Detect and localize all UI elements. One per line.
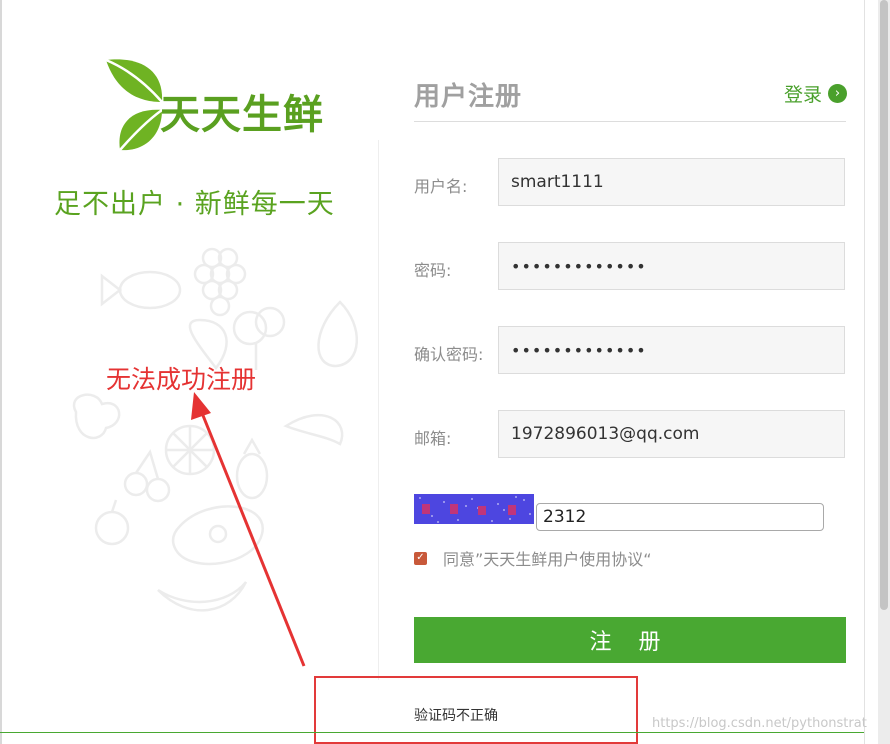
login-link[interactable]: 登录 › [784, 80, 848, 107]
footer-line [0, 732, 864, 733]
confirm-password-label: 确认密码: [414, 345, 484, 364]
shrimp-icon [283, 414, 344, 446]
captcha-image[interactable] [414, 494, 534, 524]
steak-icon [171, 505, 264, 566]
username-input[interactable]: smart1111 [498, 158, 845, 206]
cherries-icon [123, 449, 171, 503]
window-left-border [0, 0, 2, 744]
captcha-error-message: 验证码不正确 [414, 708, 498, 724]
citrus-slice-icon [164, 424, 216, 476]
chevron-right-circle-icon: › [828, 84, 848, 103]
content-right-border [864, 0, 865, 744]
username-label: 用户名: [414, 177, 468, 196]
watermark-text: https://blog.csdn.net/pythonstrat [652, 716, 867, 731]
email-input[interactable]: 1972896013@qq.com [498, 410, 845, 458]
apple-icon [94, 499, 130, 546]
checkbox-checked-icon[interactable]: ✓ [414, 551, 427, 565]
brand-slogan: 足不出户 · 新鲜每一天 [54, 189, 335, 220]
captcha-input[interactable]: 2312 [536, 503, 824, 531]
register-button[interactable]: 注 册 [414, 617, 846, 663]
email-label: 邮箱: [414, 429, 452, 448]
captcha-noise-graphic [419, 496, 531, 523]
vegetable-background-illustration [72, 247, 358, 612]
logo-text: 天天生鲜 [160, 92, 324, 138]
confirm-password-input[interactable]: ••••••••••••• [498, 326, 845, 374]
annotation-note: 无法成功注册 [106, 365, 257, 394]
password-input[interactable]: ••••••••••••• [498, 242, 845, 290]
eggplant-icon [317, 300, 358, 368]
form-title: 用户注册 [414, 82, 523, 112]
password-label: 密码: [414, 261, 452, 280]
pineapple-icon [235, 437, 269, 500]
agreement-row: ✓ 同意”天天生鲜用户使用协议“ [414, 546, 652, 570]
agreement-text: 同意”天天生鲜用户使用协议“ [443, 550, 652, 569]
brand-logo: 天天生鲜 [100, 56, 340, 156]
cabbage-icon [72, 393, 121, 440]
grapes-icon [193, 247, 247, 317]
fish-icon [100, 270, 182, 310]
banana-icon [157, 581, 248, 612]
scrollbar-thumb[interactable] [880, 0, 888, 610]
login-link-label: 登录 [784, 84, 823, 106]
title-divider [414, 121, 846, 122]
column-divider [378, 140, 379, 680]
